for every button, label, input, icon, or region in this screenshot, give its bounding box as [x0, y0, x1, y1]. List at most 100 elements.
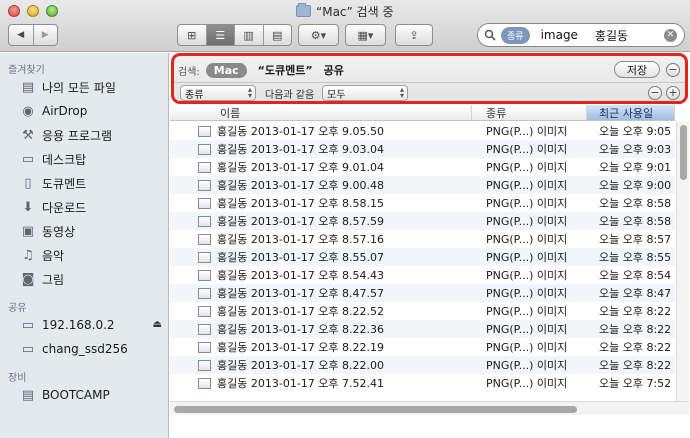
column-header-date[interactable]: 최근 사용일 — [587, 105, 675, 120]
save-search-button[interactable]: 저장 — [614, 61, 660, 78]
sidebar-item-label: 동영상 — [42, 224, 76, 239]
criteria-attribute-select[interactable]: 종류 ▴ ▾ — [180, 85, 256, 101]
column-view-icon: ▥ — [243, 28, 254, 42]
table-row[interactable]: 홍길동 2013-01-17 오후 8.57.59 PNG(P...) 이미지 오늘… — [170, 212, 675, 230]
file-name: 홍길동 2013-01-17 오후 9.01.04 — [217, 161, 385, 174]
remove-criteria-icon[interactable]: − — [648, 86, 662, 100]
sidebar-item-movies[interactable]: ▣ 동영상 — [0, 219, 168, 243]
eject-icon[interactable]: ⏏ — [153, 319, 162, 330]
table-row[interactable]: 홍길동 2013-01-17 오후 9.00.48 PNG(P...) 이미지 오늘… — [170, 176, 675, 194]
action-menu-button[interactable]: ⚙▾ — [298, 24, 339, 46]
sidebar-item-label: 나의 모든 파일 — [42, 80, 116, 95]
airdrop-icon: ◉ — [22, 103, 34, 119]
documents-icon: ▯ — [24, 175, 32, 191]
sidebar-item-pictures[interactable]: ◙ 그림 — [0, 267, 168, 291]
table-row[interactable]: 홍길동 2013-01-17 오후 8.55.07 PNG(P...) 이미지 오늘… — [170, 248, 675, 266]
sidebar-section-favorites: 즐겨찾기 — [8, 65, 45, 76]
sidebar-item-airdrop[interactable]: ◉ AirDrop — [0, 99, 168, 123]
file-kind-cell: PNG(P...) 이미지 — [486, 305, 568, 318]
file-date-cell: 오늘 오후 8:54 — [599, 269, 672, 282]
sidebar-item-bootcamp[interactable]: ▤ BOOTCAMP — [0, 383, 168, 407]
table-row[interactable]: 홍길동 2013-01-17 오후 8.22.00 PNG(P...) 이미지 오늘… — [170, 356, 675, 374]
sidebar-section-devices: 장비 — [8, 373, 27, 384]
list-column-header: 이름 종류 최근 사용일 — [170, 105, 675, 121]
share-button[interactable]: ⇪ — [395, 24, 433, 46]
file-name: 홍길동 2013-01-17 오후 8.22.19 — [217, 341, 385, 354]
file-name-cell: 홍길동 2013-01-17 오후 8.22.00 — [170, 356, 472, 374]
search-field[interactable]: 종류 image 홍길동 ✕ — [477, 23, 685, 47]
sidebar-item-music[interactable]: ♫ 음악 — [0, 243, 168, 267]
forward-button[interactable]: ▶ — [34, 25, 58, 45]
table-row[interactable]: 홍길동 2013-01-17 오후 8.22.36 PNG(P...) 이미지 오늘… — [170, 320, 675, 338]
file-date-cell: 오늘 오후 9:03 — [599, 143, 672, 156]
list-view-button[interactable]: ☰ — [206, 25, 235, 45]
table-row[interactable]: 홍길동 2013-01-17 오후 9.05.50 PNG(P...) 이미지 오늘… — [170, 122, 675, 140]
clear-search-icon[interactable]: ✕ — [664, 29, 677, 42]
arrange-menu-button[interactable]: ▦▾ — [345, 24, 386, 46]
png-file-icon — [198, 341, 211, 353]
table-row[interactable]: 홍길동 2013-01-17 오후 8.22.19 PNG(P...) 이미지 오늘… — [170, 338, 675, 356]
table-row[interactable]: 홍길동 2013-01-17 오후 8.22.52 PNG(P...) 이미지 오늘… — [170, 302, 675, 320]
horizontal-scrollbar[interactable] — [170, 401, 689, 415]
downloads-icon: ⬇ — [22, 199, 34, 215]
cover-flow-icon: ▤ — [272, 28, 283, 42]
png-file-icon — [198, 377, 211, 389]
remove-scope-icon[interactable]: − — [666, 63, 680, 77]
column-header-name[interactable]: 이름 — [170, 105, 472, 120]
file-name-cell: 홍길동 2013-01-17 오후 8.57.16 — [170, 230, 472, 248]
scope-documents-button[interactable]: “도큐멘트” — [258, 62, 313, 78]
sidebar-item-applications[interactable]: ⚒ 응용 프로그램 — [0, 123, 168, 147]
table-row[interactable]: 홍길동 2013-01-17 오후 7.52.41 PNG(P...) 이미지 오늘… — [170, 374, 675, 392]
file-name: 홍길동 2013-01-17 오후 8.57.59 — [217, 215, 385, 228]
search-token-kind[interactable]: 종류 — [501, 26, 530, 44]
sidebar-item-label: AirDrop — [42, 104, 88, 118]
sidebar-item-desktop[interactable]: ▭ 데스크탑 — [0, 147, 168, 171]
png-file-icon — [198, 305, 211, 317]
sidebar-item-downloads[interactable]: ⬇ 다운로드 — [0, 195, 168, 219]
cover-flow-button[interactable]: ▤ — [264, 25, 292, 45]
column-header-kind[interactable]: 종류 — [472, 105, 587, 120]
sidebar-item-documents[interactable]: ▯ 도큐멘트 — [0, 171, 168, 195]
add-criteria-icon[interactable]: + — [666, 86, 680, 100]
file-name-cell: 홍길동 2013-01-17 오후 9.01.04 — [170, 158, 472, 176]
table-row[interactable]: 홍길동 2013-01-17 오후 9.01.04 PNG(P...) 이미지 오늘… — [170, 158, 675, 176]
sidebar-item-chang-ssd256[interactable]: ▭ chang_ssd256 — [0, 337, 168, 361]
movies-icon: ▣ — [21, 223, 35, 239]
server-icon: ▭ — [21, 341, 35, 357]
table-row[interactable]: 홍길동 2013-01-17 오후 8.47.57 PNG(P...) 이미지 오늘… — [170, 284, 675, 302]
minimize-window-button[interactable] — [27, 5, 39, 17]
file-date-cell: 오늘 오후 8:22 — [599, 305, 672, 318]
share-icon: ⇪ — [409, 28, 419, 42]
file-date-cell: 오늘 오후 9:01 — [599, 161, 672, 174]
scope-shared-button[interactable]: 공유 — [324, 62, 344, 78]
criteria-value-text: 모두 — [327, 89, 346, 101]
vertical-scrollbar[interactable] — [676, 122, 689, 401]
file-name: 홍길동 2013-01-17 오후 8.55.07 — [217, 251, 385, 264]
vertical-scroll-thumb[interactable] — [680, 125, 687, 180]
chevron-right-icon: ▶ — [41, 30, 49, 40]
file-name: 홍길동 2013-01-17 오후 7.52.41 — [217, 377, 385, 390]
criteria-value-select[interactable]: 모두 ▴ ▾ — [322, 85, 408, 101]
horizontal-scroll-thumb[interactable] — [174, 406, 577, 413]
file-name-cell: 홍길동 2013-01-17 오후 8.22.19 — [170, 338, 472, 356]
pictures-icon: ◙ — [21, 271, 35, 287]
scope-mac-button[interactable]: Mac — [205, 62, 247, 78]
file-kind-cell: PNG(P...) 이미지 — [486, 323, 568, 336]
file-name-cell: 홍길동 2013-01-17 오후 9.03.04 — [170, 140, 472, 158]
png-file-icon — [198, 359, 211, 371]
file-kind-cell: PNG(P...) 이미지 — [486, 197, 568, 210]
sidebar-item-server-192[interactable]: ▭ 192.168.0.2 ⏏ — [0, 313, 168, 337]
close-window-button[interactable] — [8, 5, 20, 17]
table-row[interactable]: 홍길동 2013-01-17 오후 9.03.04 PNG(P...) 이미지 오늘… — [170, 140, 675, 158]
file-name: 홍길동 2013-01-17 오후 9.05.50 — [217, 125, 385, 138]
table-row[interactable]: 홍길동 2013-01-17 오후 8.57.16 PNG(P...) 이미지 오늘… — [170, 230, 675, 248]
column-view-button[interactable]: ▥ — [235, 25, 264, 45]
sidebar-item-label: 도큐멘트 — [42, 176, 87, 191]
file-name-cell: 홍길동 2013-01-17 오후 9.00.48 — [170, 176, 472, 194]
icon-view-button[interactable]: ⊞ — [178, 25, 207, 45]
zoom-window-button[interactable] — [46, 5, 58, 17]
table-row[interactable]: 홍길동 2013-01-17 오후 8.54.43 PNG(P...) 이미지 오늘… — [170, 266, 675, 284]
table-row[interactable]: 홍길동 2013-01-17 오후 8.58.15 PNG(P...) 이미지 오늘… — [170, 194, 675, 212]
back-button[interactable]: ◀ — [9, 25, 34, 45]
sidebar-item-all-my-files[interactable]: ▤ 나의 모든 파일 — [0, 75, 168, 99]
